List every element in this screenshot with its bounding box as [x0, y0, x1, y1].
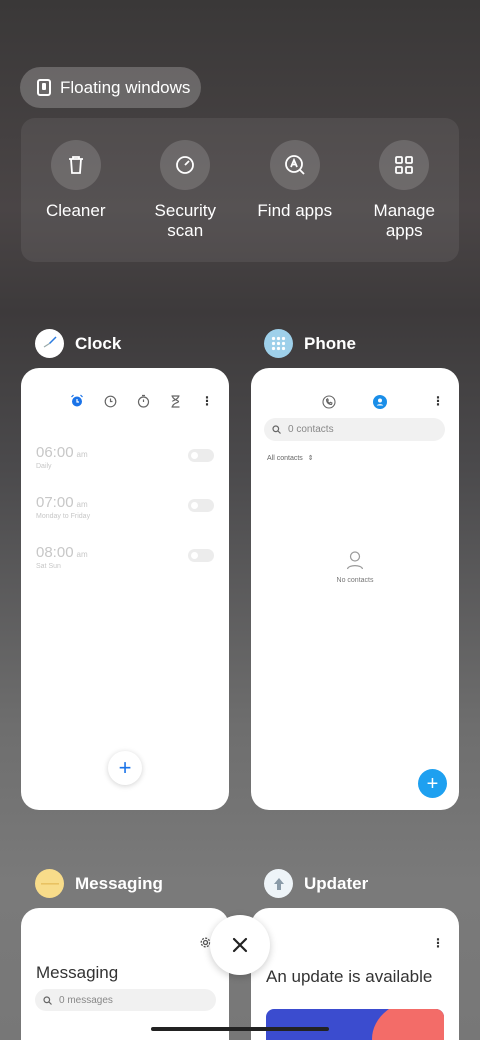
- messaging-title: Messaging: [36, 963, 119, 982]
- alarm-item[interactable]: 07:00 am Monday to Friday: [36, 494, 214, 520]
- contacts-search-input[interactable]: 0 contacts: [264, 418, 445, 441]
- contacts-tab-icon[interactable]: [373, 395, 387, 409]
- messages-search-placeholder: 0 messages: [59, 994, 113, 1006]
- quick-actions-panel: Cleaner Security scan Find apps Manage a…: [21, 118, 459, 262]
- messaging-app-header[interactable]: Messaging: [35, 869, 163, 898]
- add-contact-button[interactable]: +: [418, 769, 447, 798]
- updater-app-icon: [264, 869, 293, 898]
- grid-icon: [379, 140, 430, 190]
- cleaner-label: Cleaner: [45, 201, 106, 220]
- clock-tabs: ⋮: [70, 394, 213, 408]
- messages-search-input[interactable]: 0 messages: [35, 989, 216, 1011]
- messaging-app-name: Messaging: [75, 873, 163, 893]
- floating-windows-label: Floating windows: [60, 77, 191, 97]
- alarm-tab-icon[interactable]: [70, 394, 84, 408]
- floating-window-icon: [37, 79, 51, 96]
- find-apps-icon: [269, 140, 320, 190]
- person-icon: [346, 551, 364, 570]
- floating-windows-button[interactable]: Floating windows: [20, 67, 201, 108]
- security-scan-icon: [160, 140, 211, 190]
- clock-app-card[interactable]: ⋮ 06:00 am Daily 07:00 am Monday to Friday…: [21, 368, 229, 810]
- updater-app-header[interactable]: Updater: [264, 869, 368, 898]
- alarm-toggle[interactable]: [188, 499, 214, 512]
- phone-app-card[interactable]: ⋮ 0 contacts All contacts ⇕ No contacts …: [251, 368, 459, 810]
- alarm-toggle[interactable]: [188, 449, 214, 462]
- updater-app-card[interactable]: ⋮ An update is available: [251, 908, 459, 1040]
- trash-icon: [50, 140, 101, 190]
- close-icon: [232, 937, 248, 953]
- phone-app-name: Phone: [304, 333, 356, 353]
- update-available-title: An update is available: [266, 967, 433, 986]
- phone-app-icon: [264, 329, 293, 358]
- contacts-search-placeholder: 0 contacts: [288, 424, 334, 435]
- cleaner-button[interactable]: Cleaner: [26, 140, 126, 262]
- clock-app-header[interactable]: Clock: [35, 329, 121, 358]
- empty-contacts-text: No contacts: [336, 577, 374, 584]
- more-options-icon[interactable]: ⋮: [432, 936, 444, 950]
- search-icon: [272, 425, 281, 434]
- phone-app-header[interactable]: Phone: [264, 329, 356, 358]
- alarm-item[interactable]: 08:00 am Sat Sun: [36, 544, 214, 570]
- clock-app-name: Clock: [75, 333, 122, 353]
- timer-tab-icon[interactable]: [170, 394, 181, 408]
- messaging-app-card[interactable]: Messaging 0 messages: [21, 908, 229, 1040]
- call-log-tab-icon[interactable]: [322, 395, 336, 409]
- find-apps-button[interactable]: Find apps: [245, 140, 345, 262]
- security-scan-label: Security scan: [154, 201, 216, 240]
- add-alarm-button[interactable]: +: [108, 751, 142, 785]
- sort-icon: ⇕: [307, 455, 314, 462]
- home-indicator[interactable]: [151, 1027, 329, 1031]
- more-options-icon[interactable]: ⋮: [201, 394, 213, 408]
- alarm-toggle[interactable]: [188, 549, 214, 562]
- close-all-button[interactable]: [210, 915, 270, 975]
- messaging-app-icon: [35, 869, 64, 898]
- updater-app-name: Updater: [304, 873, 369, 893]
- find-apps-label: Find apps: [257, 201, 333, 220]
- world-clock-tab-icon[interactable]: [104, 395, 117, 408]
- clock-app-icon: [35, 329, 64, 358]
- security-scan-button[interactable]: Security scan: [135, 140, 235, 262]
- more-options-icon[interactable]: ⋮: [432, 394, 444, 408]
- contacts-filter-dropdown[interactable]: All contacts ⇕: [267, 454, 314, 463]
- stopwatch-tab-icon[interactable]: [137, 394, 150, 408]
- manage-apps-label: Manage apps: [373, 201, 435, 240]
- manage-apps-button[interactable]: Manage apps: [354, 140, 454, 262]
- search-icon: [43, 995, 52, 1005]
- alarm-item[interactable]: 06:00 am Daily: [36, 444, 214, 470]
- update-banner-image: [266, 1009, 444, 1040]
